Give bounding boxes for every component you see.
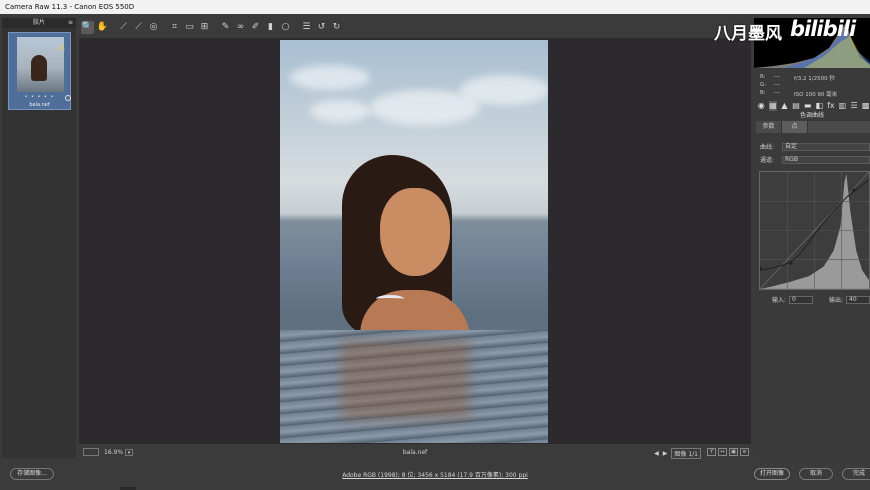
- filmstrip-title: 胶片: [32, 19, 45, 26]
- thumbnail-figure: [31, 55, 47, 81]
- tool-bar: 🔍 ✋ ⟋ ⟋ ◎ ⌗ ▭ ⊞ ✎ ∞ ✐ ▮ ○ ☰ ↺ ↻: [78, 17, 752, 37]
- transform-icon[interactable]: ⊞: [198, 21, 211, 34]
- filmstrip-header: 胶片 ≡: [2, 18, 76, 28]
- output-label: 输出:: [828, 297, 844, 304]
- adjustments-panel: R: --- f/3.2 1/2500 秒 G: --- B: --- ISO 100 9…: [754, 18, 870, 458]
- menu-icon[interactable]: ≡: [68, 18, 73, 28]
- spot-removal-icon[interactable]: ✎: [219, 21, 232, 34]
- warning-icon: ⚠: [58, 43, 66, 52]
- thumbnail-rating[interactable]: • • • • •: [9, 94, 70, 100]
- canvas-footer: 16.9% ▾ bala.nef ◀ ▶ 图像 1/1 Y ↔ ▣ ≡: [79, 446, 751, 459]
- curve-label: 曲线:: [760, 144, 775, 151]
- window-title: Camera Raw 11.3 - Canon EOS 550D: [0, 0, 870, 14]
- thumbnail-image: ⚠: [17, 37, 66, 92]
- input-label: 输入:: [772, 297, 787, 304]
- curve-preset-field: 曲线: 自定: [760, 142, 870, 151]
- toggle-default-icon[interactable]: ≡: [740, 448, 749, 456]
- output-field[interactable]: 40: [846, 295, 870, 304]
- info-label-b: B:: [760, 90, 766, 96]
- channel-select[interactable]: RGB: [782, 155, 870, 164]
- preferences-icon[interactable]: ☰: [300, 21, 313, 34]
- view-buttons: Y ↔ ▣ ≡: [707, 448, 749, 456]
- rotate-cw-icon[interactable]: ↻: [330, 21, 343, 34]
- open-image-button[interactable]: 打开图像: [754, 468, 790, 480]
- hand-icon[interactable]: ✋: [96, 21, 109, 34]
- graduated-filter-icon[interactable]: ▮: [264, 21, 277, 34]
- info-aperture-shutter: f/3.2 1/2500 秒: [794, 76, 835, 82]
- red-eye-icon[interactable]: ∞: [234, 21, 247, 34]
- tab-parametric[interactable]: 参数: [756, 121, 782, 133]
- input-field[interactable]: 0: [789, 295, 813, 304]
- image-navigation: ◀ ▶ 图像 1/1: [654, 448, 701, 459]
- straighten-icon[interactable]: ▭: [183, 21, 196, 34]
- adjustment-brush-icon[interactable]: ✐: [249, 21, 262, 34]
- thumbnail-item[interactable]: ⚠ • • • • • bala.nef: [8, 32, 71, 110]
- edited-badge-icon: [65, 95, 71, 101]
- white-balance-icon[interactable]: ⟋: [117, 21, 130, 34]
- section-title: 色调曲线: [799, 112, 824, 119]
- exif-info: R: --- f/3.2 1/2500 秒 G: --- B: --- ISO 100 9…: [760, 74, 870, 98]
- info-label-g: G:: [760, 82, 767, 88]
- crop-icon[interactable]: ⌗: [168, 21, 181, 34]
- channel-label: 通道:: [760, 157, 775, 164]
- canvas-filename: bala.nef: [402, 449, 428, 456]
- curve-select[interactable]: 自定: [782, 142, 870, 151]
- copy-settings-icon[interactable]: ▣: [729, 448, 738, 456]
- bilibili-logo: bilibili: [790, 17, 856, 41]
- before-after-icon[interactable]: Y: [707, 448, 716, 456]
- curve-input-output: 输入: 0 输出: 40: [772, 295, 870, 304]
- thumbnail-filename: bala.nef: [29, 102, 50, 108]
- rotate-ccw-icon[interactable]: ↺: [315, 21, 328, 34]
- channel-field: 通道: RGB: [760, 155, 870, 164]
- cancel-button[interactable]: 取消: [799, 468, 833, 480]
- image-counter: 图像 1/1: [671, 448, 701, 459]
- tone-curve-graph[interactable]: [759, 171, 870, 290]
- radial-filter-icon[interactable]: ○: [279, 21, 292, 34]
- prev-image-icon[interactable]: ◀: [654, 450, 659, 457]
- info-label-r: R:: [760, 74, 766, 80]
- next-image-icon[interactable]: ▶: [663, 450, 668, 457]
- camera-raw-window: { "window":{"title":"Camera Raw 11.3 - C…: [0, 0, 870, 490]
- filmstrip-panel: 胶片 ≡ ⚠ • • • • • bala.nef: [2, 18, 76, 458]
- preview-photo: [280, 40, 548, 443]
- info-iso-focal: ISO 100 90 毫米: [794, 92, 838, 98]
- workflow-options-link[interactable]: Adobe RGB (1998); 8 位; 3456 x 5184 (17.9…: [0, 470, 870, 479]
- color-sampler-icon[interactable]: ⟋: [132, 21, 145, 34]
- tab-point[interactable]: 点: [782, 121, 808, 133]
- preview-canvas[interactable]: [79, 38, 751, 444]
- targeted-adjust-icon[interactable]: ◎: [147, 21, 160, 34]
- bottom-bar: 存储图像... Adobe RGB (1998); 8 位; 3456 x 51…: [0, 460, 870, 490]
- swap-icon[interactable]: ↔: [718, 448, 727, 456]
- curve-subtabs: 参数 点: [756, 121, 870, 133]
- done-button[interactable]: 完成: [842, 468, 870, 480]
- zoom-icon[interactable]: 🔍: [81, 20, 94, 34]
- watermark-text: 八月墨风: [714, 24, 782, 44]
